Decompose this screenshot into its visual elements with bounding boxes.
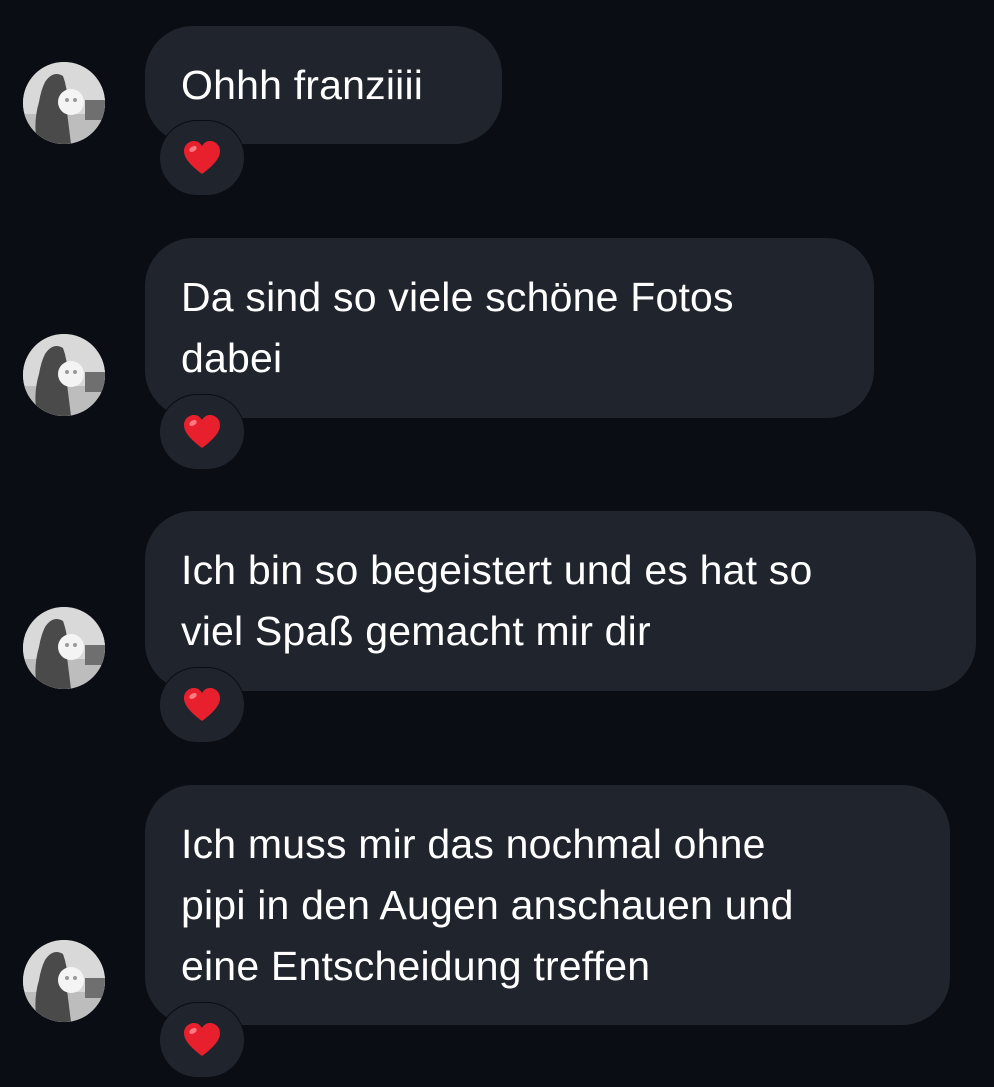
heart-icon xyxy=(184,415,220,448)
reaction-badge[interactable] xyxy=(159,1002,245,1078)
message-text-line: eine Entscheidung treffen xyxy=(181,943,651,989)
reaction-badge[interactable] xyxy=(159,667,245,743)
avatar[interactable] xyxy=(23,607,105,689)
message-row: Da sind so viele schöne Fotos dabei xyxy=(0,238,994,478)
heart-icon xyxy=(184,688,220,721)
avatar[interactable] xyxy=(23,940,105,1022)
reaction-badge[interactable] xyxy=(159,120,245,196)
message-text-line: Da sind so viele schöne Fotos xyxy=(181,274,734,320)
message-text-line: viel Spaß gemacht mir dir xyxy=(181,608,651,654)
message-text-line: dabei xyxy=(181,335,283,381)
message-bubble[interactable]: Ich bin so begeistert und es hat so viel… xyxy=(145,511,976,691)
message-row: Ich bin so begeistert und es hat so viel… xyxy=(0,511,994,751)
avatar[interactable] xyxy=(23,334,105,416)
avatar[interactable] xyxy=(23,62,105,144)
message-row: Ohhh franziiii xyxy=(0,26,994,196)
message-text-line: Ich bin so begeistert und es hat so xyxy=(181,547,813,593)
message-text-line: Ich muss mir das nochmal ohne xyxy=(181,821,766,867)
heart-icon xyxy=(184,141,220,174)
heart-icon xyxy=(184,1023,220,1056)
reaction-badge[interactable] xyxy=(159,394,245,470)
message-text-line: pipi in den Augen anschauen und xyxy=(181,882,794,928)
message-bubble[interactable]: Ich muss mir das nochmal ohne pipi in de… xyxy=(145,785,950,1025)
message-bubble[interactable]: Da sind so viele schöne Fotos dabei xyxy=(145,238,874,418)
message-row: Ich muss mir das nochmal ohne pipi in de… xyxy=(0,785,994,1085)
message-text: Ohhh franziiii xyxy=(181,62,424,108)
